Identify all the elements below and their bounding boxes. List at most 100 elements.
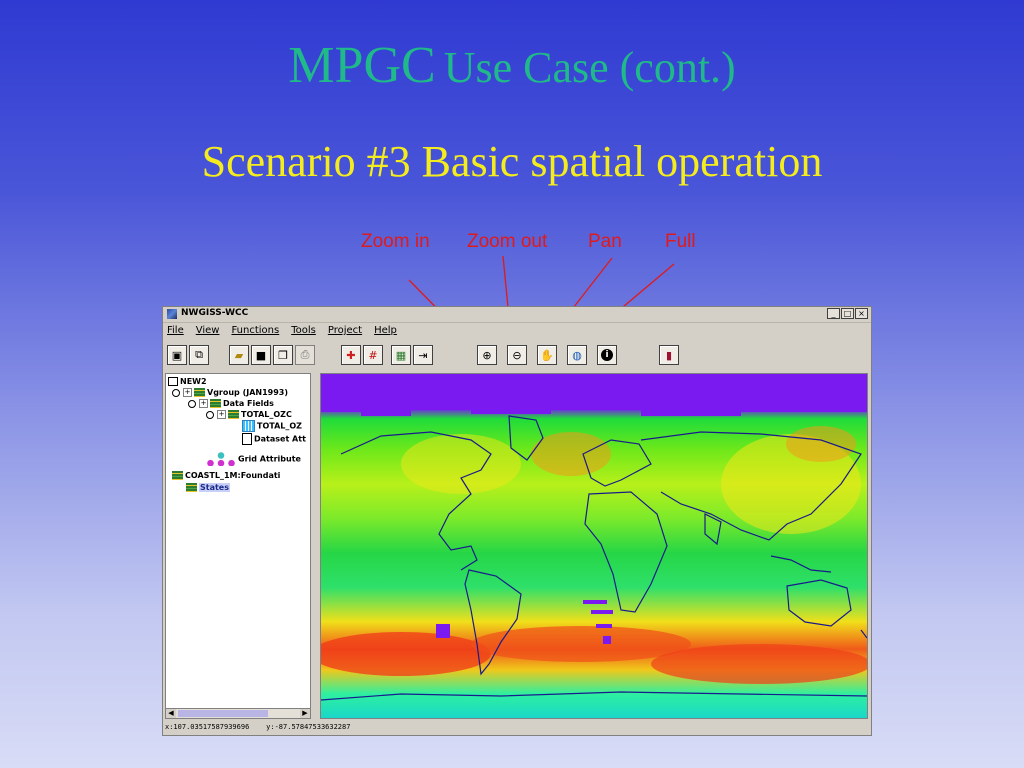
- tree-dataset-attr-label: Dataset Att: [254, 434, 306, 444]
- layer-tree[interactable]: NEW2 + Vgroup (JAN1993) + Data Fields + TOT…: [165, 373, 311, 709]
- tree-data-fields[interactable]: + Data Fields: [188, 398, 274, 409]
- info-button[interactable]: i: [597, 345, 617, 365]
- slide-subtitle: Scenario #3 Basic spatial operation: [201, 137, 823, 186]
- book-icon: ▮: [665, 348, 673, 362]
- tree-total-oz[interactable]: TOTAL_OZ: [242, 420, 302, 432]
- no-data-edge: [321, 374, 867, 416]
- minimize-button[interactable]: _: [827, 308, 840, 319]
- hierarchy-icon: [206, 452, 236, 466]
- status-y: y:-87.57847533632287: [266, 723, 351, 731]
- tree-states-label: States: [199, 483, 230, 492]
- print-button[interactable]: ⎙: [295, 345, 315, 365]
- no-data-patch: [583, 600, 607, 604]
- se-asia-islands: [770, 555, 832, 573]
- tree-grid-attr-label: Grid Attribute: [238, 454, 301, 464]
- no-data-patch: [596, 624, 612, 628]
- export-button[interactable]: ⇥: [413, 345, 433, 365]
- close-button[interactable]: ×: [855, 308, 868, 319]
- maximize-button[interactable]: □: [841, 308, 854, 319]
- menu-functions[interactable]: Functions: [231, 325, 279, 339]
- pin-icon: [172, 388, 180, 397]
- callout-pan: Pan: [588, 231, 622, 252]
- antarctica-coast: [321, 691, 867, 701]
- open-folder-icon: ▰: [234, 348, 244, 362]
- color-button[interactable]: ▦: [391, 345, 411, 365]
- status-bar: x:107.03517587939696 y:-87.5784753363228…: [165, 723, 350, 731]
- app-window: NWGISS-WCC _ □ × File View Functions Too…: [162, 306, 872, 736]
- add-layer-icon: ✚: [346, 348, 356, 362]
- window-titlebar[interactable]: NWGISS-WCC _ □ ×: [163, 307, 871, 323]
- scroll-right-icon[interactable]: ▶: [300, 709, 310, 718]
- tree-data-fields-label: Data Fields: [223, 399, 274, 408]
- tree-grid-attr[interactable]: Grid Attribute: [206, 452, 301, 466]
- copy-button[interactable]: ❐: [273, 345, 293, 365]
- callout-zoom-in: Zoom in: [361, 231, 430, 252]
- scroll-left-icon[interactable]: ◀: [166, 709, 176, 718]
- warm-region: [651, 644, 867, 684]
- print-icon: ⎙: [300, 348, 310, 361]
- tree-vgroup[interactable]: + Vgroup (JAN1993): [172, 387, 288, 398]
- tree-total-ozc[interactable]: + TOTAL_OZC: [206, 409, 292, 420]
- zoom-out-button[interactable]: ⊖: [507, 345, 527, 365]
- app-icon: [167, 309, 177, 319]
- info-icon: i: [601, 349, 613, 361]
- document-icon: [242, 433, 252, 445]
- open-layer-button[interactable]: ⧉: [189, 345, 209, 365]
- open-folder-button[interactable]: ▰: [229, 345, 249, 365]
- tree-root-label: NEW2: [180, 377, 207, 386]
- save-button[interactable]: ■: [251, 345, 271, 365]
- grid-button[interactable]: #: [363, 345, 383, 365]
- open-layer-icon: ⧉: [195, 348, 203, 361]
- zoom-in-button[interactable]: ⊕: [477, 345, 497, 365]
- expand-icon[interactable]: +: [199, 399, 208, 408]
- tree-root[interactable]: NEW2: [168, 376, 207, 387]
- pin-icon: [206, 410, 214, 419]
- scroll-thumb[interactable]: [178, 710, 268, 717]
- menu-help[interactable]: Help: [374, 325, 397, 339]
- tree-horizontal-scrollbar[interactable]: ◀ ▶: [165, 708, 311, 719]
- layout-button[interactable]: ▣: [167, 345, 187, 365]
- tree-dataset-attr[interactable]: Dataset Att: [242, 433, 306, 445]
- pan-button[interactable]: ✋: [537, 345, 557, 365]
- menu-view[interactable]: View: [196, 325, 220, 339]
- tree-vgroup-label: Vgroup (JAN1993): [207, 388, 289, 397]
- menu-project[interactable]: Project: [328, 325, 362, 339]
- callout-zoom-out: Zoom out: [467, 231, 548, 252]
- callout-full: Full: [665, 231, 696, 252]
- tree-total-ozc-label: TOTAL_OZC: [241, 410, 292, 419]
- book-button[interactable]: ▮: [659, 345, 679, 365]
- yellow-region: [401, 434, 521, 494]
- full-extent-button[interactable]: ◍: [567, 345, 587, 365]
- layer-stack-icon: [172, 471, 183, 480]
- layer-stack-icon: [228, 410, 239, 419]
- status-x: x:107.03517587939696: [165, 723, 250, 731]
- slide-title-rest: Use Case (cont.): [443, 43, 736, 92]
- slide-title: MPGC Use Case (cont.): [0, 40, 1024, 92]
- layer-stack-icon: [194, 388, 205, 397]
- color-icon: ▦: [395, 348, 407, 362]
- toolbar: ▣ ⧉ ▰ ■ ❐ ⎙ ✚ # ▦ ⇥ ⊕ ⊖ ✋ ◍ i ▮: [165, 343, 871, 367]
- pin-icon: [188, 399, 196, 408]
- map-overlay: [321, 374, 867, 701]
- expand-icon[interactable]: +: [217, 410, 226, 419]
- australia-coast: [786, 579, 852, 627]
- no-data-patch: [603, 636, 611, 644]
- grid-data-icon: [242, 420, 255, 432]
- grid-icon: #: [368, 348, 378, 362]
- warm-region: [321, 632, 491, 676]
- save-icon: ■: [255, 348, 267, 362]
- expand-icon[interactable]: +: [183, 388, 192, 397]
- menu-file[interactable]: File: [167, 325, 184, 339]
- tree-states[interactable]: States: [186, 482, 230, 493]
- map-canvas[interactable]: [320, 373, 868, 719]
- menu-tools[interactable]: Tools: [291, 325, 316, 339]
- orange-region: [786, 426, 856, 462]
- add-layer-button[interactable]: ✚: [341, 345, 361, 365]
- export-icon: ⇥: [418, 348, 428, 362]
- tree-coastl[interactable]: COASTL_1M:Foundati: [172, 470, 280, 481]
- no-data-patch: [436, 624, 450, 638]
- no-data-patch: [591, 610, 613, 614]
- copy-icon: ❐: [278, 348, 288, 362]
- slide-title-main: MPGC: [288, 37, 436, 94]
- tree-coastl-label: COASTL_1M:Foundati: [185, 471, 281, 480]
